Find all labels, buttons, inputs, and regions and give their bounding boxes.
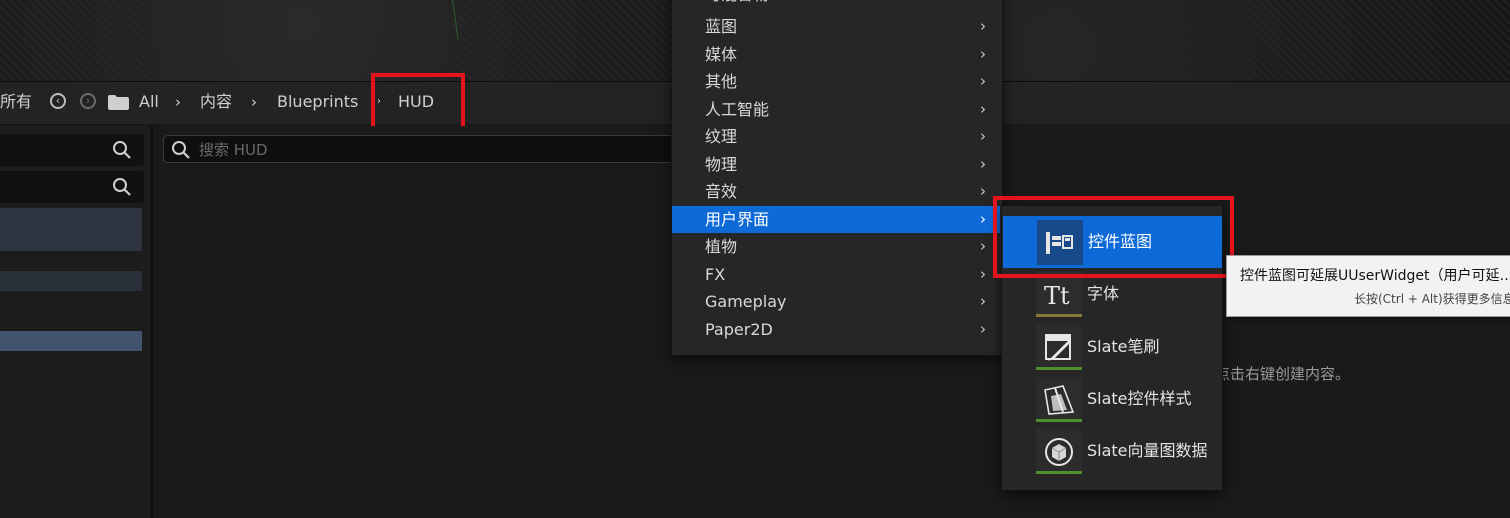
breadcrumb-blueprints[interactable]: Blueprints — [277, 82, 358, 124]
empty-folder-hint: 点击右键创建内容。 — [1215, 365, 1351, 383]
menu-item-gameplay[interactable]: Gameplay › — [672, 288, 1000, 315]
forward-arrow-icon[interactable]: › — [80, 93, 96, 109]
submenu-item-slate-brush[interactable]: Slate笔刷 — [1002, 321, 1222, 373]
submenu-item-slate-widget-style[interactable]: Slate控件样式 — [1002, 373, 1222, 425]
search-icon — [172, 141, 190, 159]
breadcrumb-separator-icon[interactable]: › — [175, 82, 181, 124]
menu-item-misc[interactable]: 其他 › — [672, 68, 1000, 95]
menu-item-fx[interactable]: FX › — [672, 261, 1000, 288]
asset-type-stripe — [1036, 314, 1082, 317]
chevron-right-icon: › — [980, 292, 986, 310]
chevron-right-icon: › — [980, 319, 986, 338]
create-asset-menu: 可混合物 › 蓝图 › 媒体 › 其他 › 人工智能 › 纹理 › 物理 › 音… — [671, 0, 1003, 356]
chevron-right-icon: › — [980, 72, 986, 90]
breadcrumb-all[interactable]: All — [139, 82, 159, 124]
sources-panel — [0, 126, 153, 518]
editor-root: 所有 ‹ › All › 内容 › Blueprints › HUD 搜索 HU… — [0, 0, 1510, 518]
chevron-right-icon: › — [980, 264, 986, 283]
viewport-gizmo-line — [452, 0, 459, 40]
breadcrumb-content[interactable]: 内容 — [200, 82, 232, 124]
asset-type-stripe — [1036, 471, 1082, 474]
menu-item-ai[interactable]: 人工智能 › — [672, 96, 1000, 123]
submenu-item-slate-vector-data[interactable]: Slate向量图数据 — [1002, 425, 1222, 477]
menu-item-media[interactable]: 媒体 › — [672, 41, 1000, 68]
chevron-right-icon: › — [980, 237, 986, 255]
highlight-box-widget-blueprint — [993, 196, 1234, 278]
font-icon: Tt — [1036, 272, 1082, 317]
collections-search-box[interactable] — [0, 171, 144, 203]
asset-search-box[interactable] — [163, 135, 703, 163]
asset-type-stripe — [1036, 367, 1082, 370]
chevron-right-icon: › — [980, 154, 986, 173]
highlight-box-hud — [371, 73, 465, 130]
folder-icon[interactable] — [108, 95, 129, 110]
menu-item-user-interface[interactable]: 用户界面 › — [672, 205, 1000, 233]
back-arrow-icon[interactable]: ‹ — [50, 93, 66, 109]
slate-widget-style-icon — [1036, 377, 1082, 422]
menu-item-texture[interactable]: 纹理 › — [672, 123, 1000, 150]
search-icon — [113, 141, 131, 159]
sources-search-box[interactable] — [0, 134, 144, 166]
chevron-right-icon: › — [980, 99, 986, 118]
menu-item-physics[interactable]: 物理 › — [672, 151, 1000, 178]
breadcrumb-separator-icon[interactable]: › — [251, 82, 257, 124]
folder-tree-row-selected[interactable] — [0, 331, 142, 351]
slate-brush-icon — [1036, 325, 1082, 370]
chevron-right-icon: › — [980, 127, 986, 145]
asset-type-stripe — [1036, 419, 1082, 422]
tooltip-description: 控件蓝图可延展UUserWidget（用户可延… — [1240, 268, 1510, 284]
slate-vector-data-icon — [1036, 429, 1082, 474]
asset-search-input[interactable] — [197, 137, 681, 163]
chevron-right-icon: › — [980, 17, 986, 35]
chevron-right-icon: › — [980, 0, 986, 8]
menu-item-sound[interactable]: 音效 › — [672, 178, 1000, 205]
menu-item-blueprint[interactable]: 蓝图 › — [672, 13, 1000, 40]
save-all-label[interactable]: 所有 — [0, 82, 32, 124]
chevron-right-icon: › — [980, 209, 986, 228]
tooltip-more-info: 长按(Ctrl + Alt)获得更多信息 — [1354, 292, 1510, 306]
chevron-right-icon: › — [980, 44, 986, 63]
folder-tree-row[interactable] — [0, 208, 142, 251]
widget-blueprint-tooltip: 控件蓝图可延展UUserWidget（用户可延… 长按(Ctrl + Alt)获… — [1226, 255, 1510, 317]
menu-item-paper2d[interactable]: Paper2D › — [672, 316, 1000, 343]
chevron-right-icon: › — [980, 182, 986, 200]
menu-item-foliage[interactable]: 植物 › — [672, 233, 1000, 260]
search-icon — [113, 178, 131, 196]
svg-text:Tt: Tt — [1044, 282, 1070, 310]
folder-tree-row[interactable] — [0, 271, 142, 291]
